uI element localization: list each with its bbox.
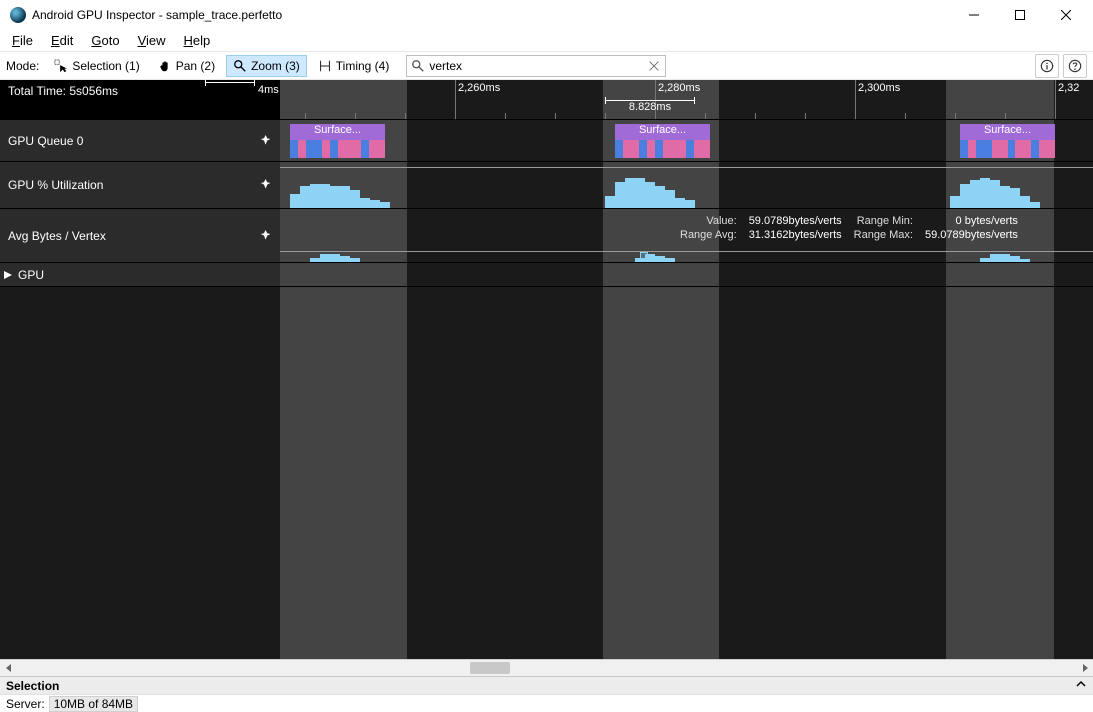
pin-icon[interactable] — [260, 135, 272, 147]
cursor-icon — [54, 59, 68, 73]
track-label: GPU % Utilization — [8, 178, 103, 192]
mode-label: Mode: — [6, 59, 39, 73]
titlebar: Android GPU Inspector - sample_trace.per… — [0, 0, 1093, 30]
horizontal-scrollbar[interactable] — [0, 659, 1093, 676]
menubar: File Edit Goto View Help — [0, 30, 1093, 52]
toolbar: Mode: Selection (1) Pan (2) Zoom (3) Tim… — [0, 52, 1093, 80]
mode-pan[interactable]: Pan (2) — [151, 55, 222, 77]
track-gpu-group[interactable]: GPU — [0, 263, 1093, 287]
mode-selection[interactable]: Selection (1) — [47, 55, 146, 77]
app-icon — [10, 7, 26, 23]
surface-block[interactable]: Surface... — [615, 124, 710, 140]
mode-selection-label: Selection (1) — [72, 59, 139, 73]
menu-goto[interactable]: Goto — [83, 31, 127, 50]
scroll-right-arrow[interactable] — [1076, 660, 1093, 677]
maximize-button[interactable] — [997, 0, 1043, 30]
pin-icon[interactable] — [260, 179, 272, 191]
mode-zoom[interactable]: Zoom (3) — [226, 55, 307, 77]
menu-edit[interactable]: Edit — [43, 31, 81, 50]
tick-label: 2,300ms — [858, 82, 900, 94]
window-title: Android GPU Inspector - sample_trace.per… — [32, 8, 282, 22]
clear-search-icon[interactable] — [647, 59, 661, 73]
tick-label: 2,260ms — [458, 82, 500, 94]
menu-file[interactable]: File — [4, 31, 41, 50]
chevron-up-icon[interactable] — [1075, 678, 1087, 693]
total-time-label: Total Time: 5s056ms — [8, 84, 118, 98]
mini-range-label: 4ms — [258, 84, 279, 96]
minimize-button[interactable] — [951, 0, 997, 30]
tick-label: 2,32 — [1058, 82, 1079, 94]
tooltip: Value:59.0789bytes/verts Range Min:0 byt… — [680, 215, 1018, 241]
timeline-ruler: Total Time: 5s056ms 4ms 2,260ms 2,280ms … — [0, 80, 1093, 120]
expand-icon[interactable] — [4, 271, 12, 279]
menu-view[interactable]: View — [130, 31, 174, 50]
selection-panel-header[interactable]: Selection — [0, 676, 1093, 694]
track-avg-bytes-vertex[interactable]: Avg Bytes / Vertex Value:59.0789bytes/ve… — [0, 209, 1093, 263]
track-label: GPU — [18, 268, 44, 282]
menu-help[interactable]: Help — [176, 31, 219, 50]
scroll-left-arrow[interactable] — [0, 660, 17, 677]
track-label: GPU Queue 0 — [8, 134, 83, 148]
track-label: Avg Bytes / Vertex — [8, 229, 106, 243]
tick-label: 2,280ms — [658, 82, 700, 94]
range-indicator: 8.828ms — [605, 100, 695, 113]
mode-timing-label: Timing (4) — [336, 59, 390, 73]
mode-zoom-label: Zoom (3) — [251, 59, 300, 73]
server-label: Server: — [6, 697, 45, 711]
scrollbar-thumb[interactable] — [470, 662, 510, 674]
help-button[interactable] — [1063, 54, 1087, 78]
pin-icon[interactable] — [260, 230, 272, 242]
timeline[interactable]: Total Time: 5s056ms 4ms 2,260ms 2,280ms … — [0, 80, 1093, 659]
search-input[interactable] — [425, 59, 647, 73]
track-gpu-utilization[interactable]: GPU % Utilization — [0, 162, 1093, 209]
search-icon — [411, 59, 425, 73]
selection-panel-title: Selection — [6, 679, 59, 693]
hand-icon — [158, 59, 172, 73]
statusbar: Server: 10MB of 84MB — [0, 694, 1093, 712]
timing-icon — [318, 59, 332, 73]
server-memory: 10MB of 84MB — [49, 696, 138, 712]
search-box[interactable] — [406, 55, 666, 77]
zoom-icon — [233, 59, 247, 73]
hover-marker — [640, 252, 648, 260]
mode-timing[interactable]: Timing (4) — [311, 55, 397, 77]
surface-block[interactable]: Surface... — [960, 124, 1055, 140]
surface-block[interactable]: Surface... — [290, 124, 385, 140]
info-button[interactable] — [1035, 54, 1059, 78]
track-gpu-queue[interactable]: GPU Queue 0 Surface... Surface... Surfac… — [0, 120, 1093, 162]
mode-pan-label: Pan (2) — [176, 59, 215, 73]
close-button[interactable] — [1043, 0, 1089, 30]
